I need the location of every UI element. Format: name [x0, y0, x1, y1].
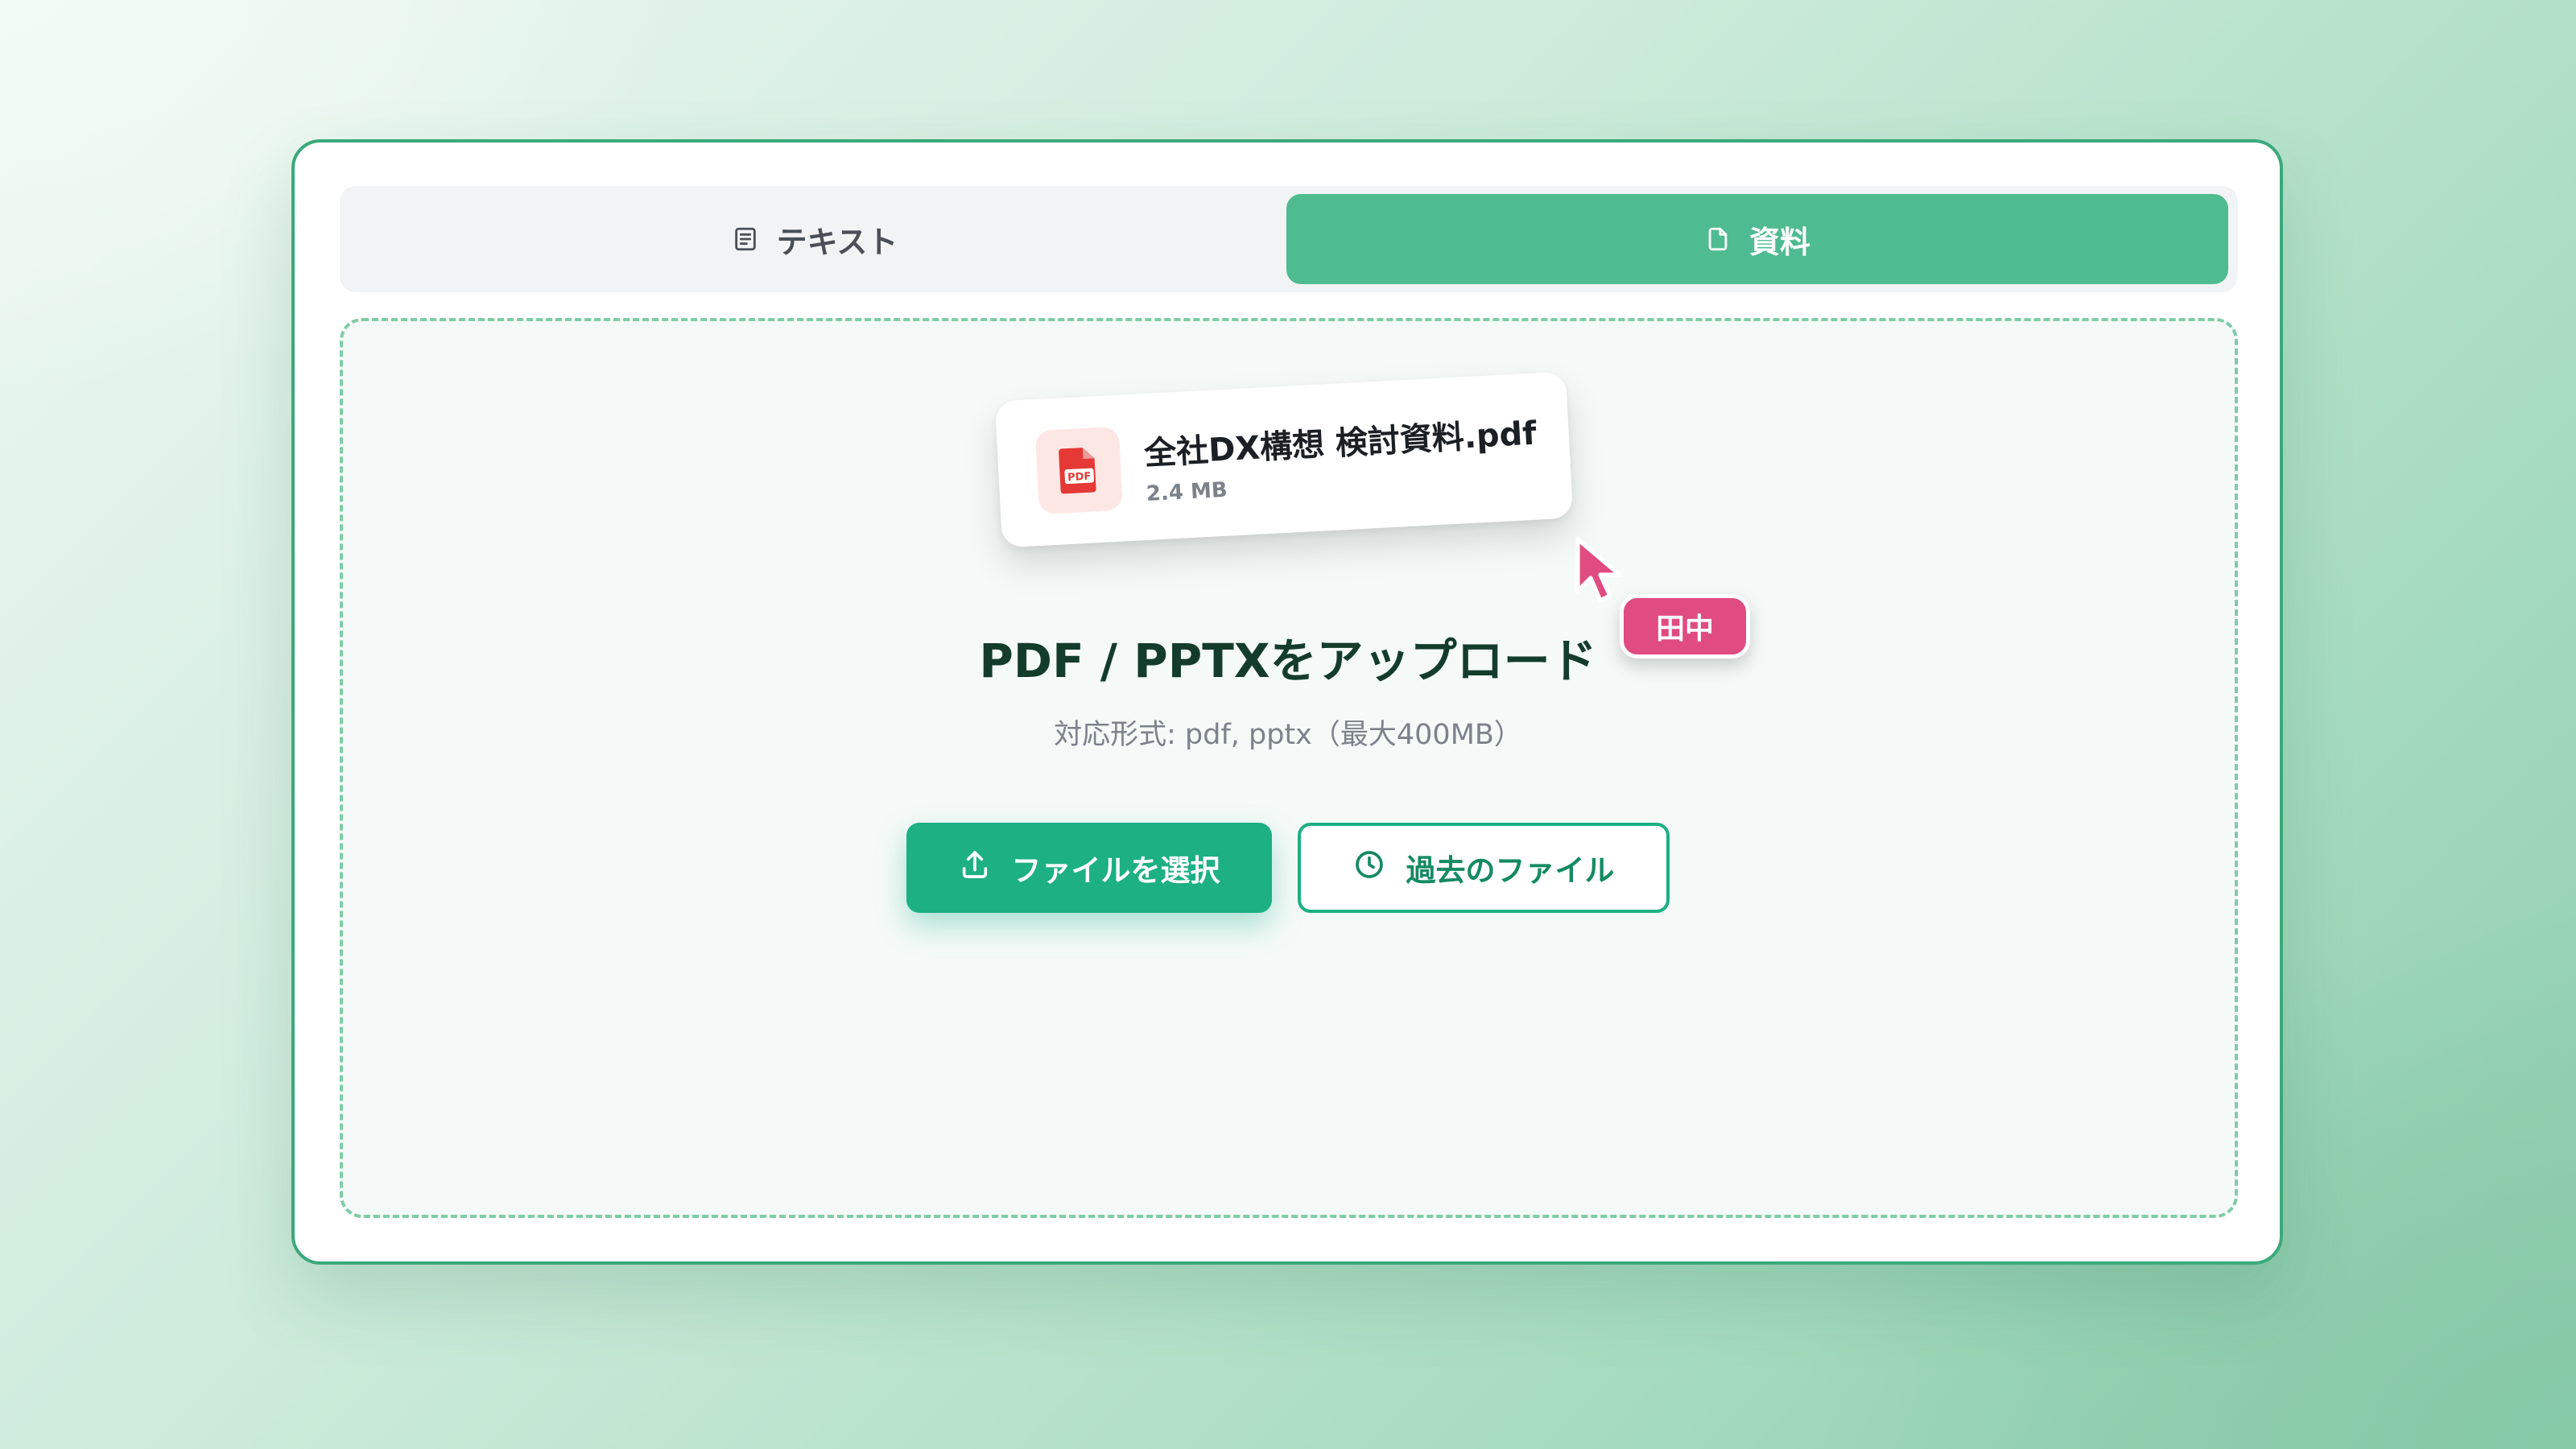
past-files-label: 過去のファイル — [1406, 853, 1615, 888]
pdf-icon-label: PDF — [1067, 471, 1092, 485]
upload-card: テキスト 資料 — [291, 139, 2283, 1265]
clock-icon — [1353, 848, 1385, 888]
upload-title: PDF / PPTXをアップロード — [979, 634, 1597, 688]
mode-tab-bar: テキスト 資料 — [340, 186, 2238, 292]
pdf-file-icon: PDF — [1034, 426, 1123, 514]
collaborator-cursor-icon — [1573, 536, 1629, 609]
past-files-button[interactable]: 過去のファイル — [1298, 823, 1670, 913]
select-file-label: ファイルを選択 — [1011, 853, 1220, 888]
tab-text-label: テキスト — [776, 224, 898, 260]
upload-icon — [959, 848, 991, 888]
document-lines-icon — [732, 225, 759, 253]
file-meta: 全社DX構想 検討資料.pdf 2.4 MB — [1143, 407, 1539, 506]
tab-text[interactable]: テキスト — [349, 194, 1280, 284]
file-icon — [1704, 225, 1732, 253]
tab-document-label: 資料 — [1748, 224, 1810, 260]
select-file-button[interactable]: ファイルを選択 — [906, 823, 1272, 913]
supported-formats-text: 対応形式: pdf, pptx（最大400MB） — [1054, 719, 1522, 751]
dragged-file-card[interactable]: PDF 全社DX構想 検討資料.pdf 2.4 MB — [994, 371, 1574, 548]
tab-document[interactable]: 資料 — [1286, 194, 2228, 284]
